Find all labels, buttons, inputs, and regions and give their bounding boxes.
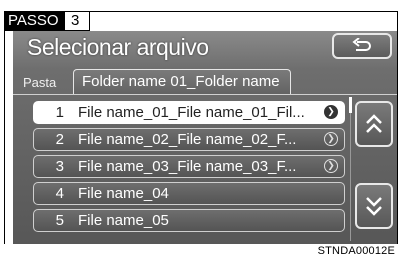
file-item-1[interactable]: 1 File name_01_File name_01_Fil... ❯: [33, 101, 345, 124]
frame-border-left: [4, 31, 5, 244]
file-item-5[interactable]: 5 File name_05: [33, 209, 345, 232]
tab-divider: [13, 94, 397, 95]
scroll-up-button[interactable]: [355, 101, 393, 147]
tab-folder-name[interactable]: Folder name 01_Folder name: [73, 69, 291, 95]
file-number: 2: [55, 131, 64, 148]
file-item-3[interactable]: 3 File name_03_File name_03_F... ❯: [33, 155, 345, 178]
file-number: 5: [55, 212, 64, 229]
file-name: File name_05: [78, 212, 169, 229]
file-number: 4: [55, 185, 64, 202]
chevron-right-icon[interactable]: ❯: [324, 105, 338, 119]
step-number: 3: [64, 11, 90, 31]
file-number: 3: [55, 158, 64, 175]
scroll-down-button[interactable]: [355, 183, 393, 229]
back-button[interactable]: [332, 33, 392, 59]
chevron-right-icon[interactable]: ❯: [324, 132, 338, 146]
frame-border-right: [397, 11, 398, 244]
tab-pasta-label: Pasta: [23, 75, 57, 90]
folder-tab-row: Pasta Folder name 01_Folder name: [13, 69, 397, 95]
file-number: 1: [55, 104, 64, 121]
double-chevron-up-icon: [366, 114, 382, 133]
file-name: File name_03_File name_03_F...: [78, 158, 297, 175]
file-item-4[interactable]: 4 File name_04: [33, 182, 345, 205]
device-screen: Selecionar arquivo Pasta Folder name 01_…: [13, 31, 397, 244]
file-item-2[interactable]: 2 File name_02_File name_02_F... ❯: [33, 128, 345, 151]
frame-border-top: [90, 11, 398, 12]
file-name: File name_02_File name_02_F...: [78, 131, 297, 148]
back-arrow-icon: [352, 38, 371, 51]
scroll-position-indicator: [349, 97, 352, 113]
figure-code: STNDA00012E: [317, 245, 395, 257]
file-name: File name_04: [78, 185, 169, 202]
scrollbar-track[interactable]: [350, 113, 351, 241]
file-name: File name_01_File name_01_Fil...: [78, 104, 305, 121]
step-label: PASSO: [4, 11, 64, 31]
screen-title: Selecionar arquivo: [27, 34, 209, 60]
chevron-right-icon[interactable]: ❯: [324, 159, 338, 173]
double-chevron-down-icon: [366, 197, 382, 216]
